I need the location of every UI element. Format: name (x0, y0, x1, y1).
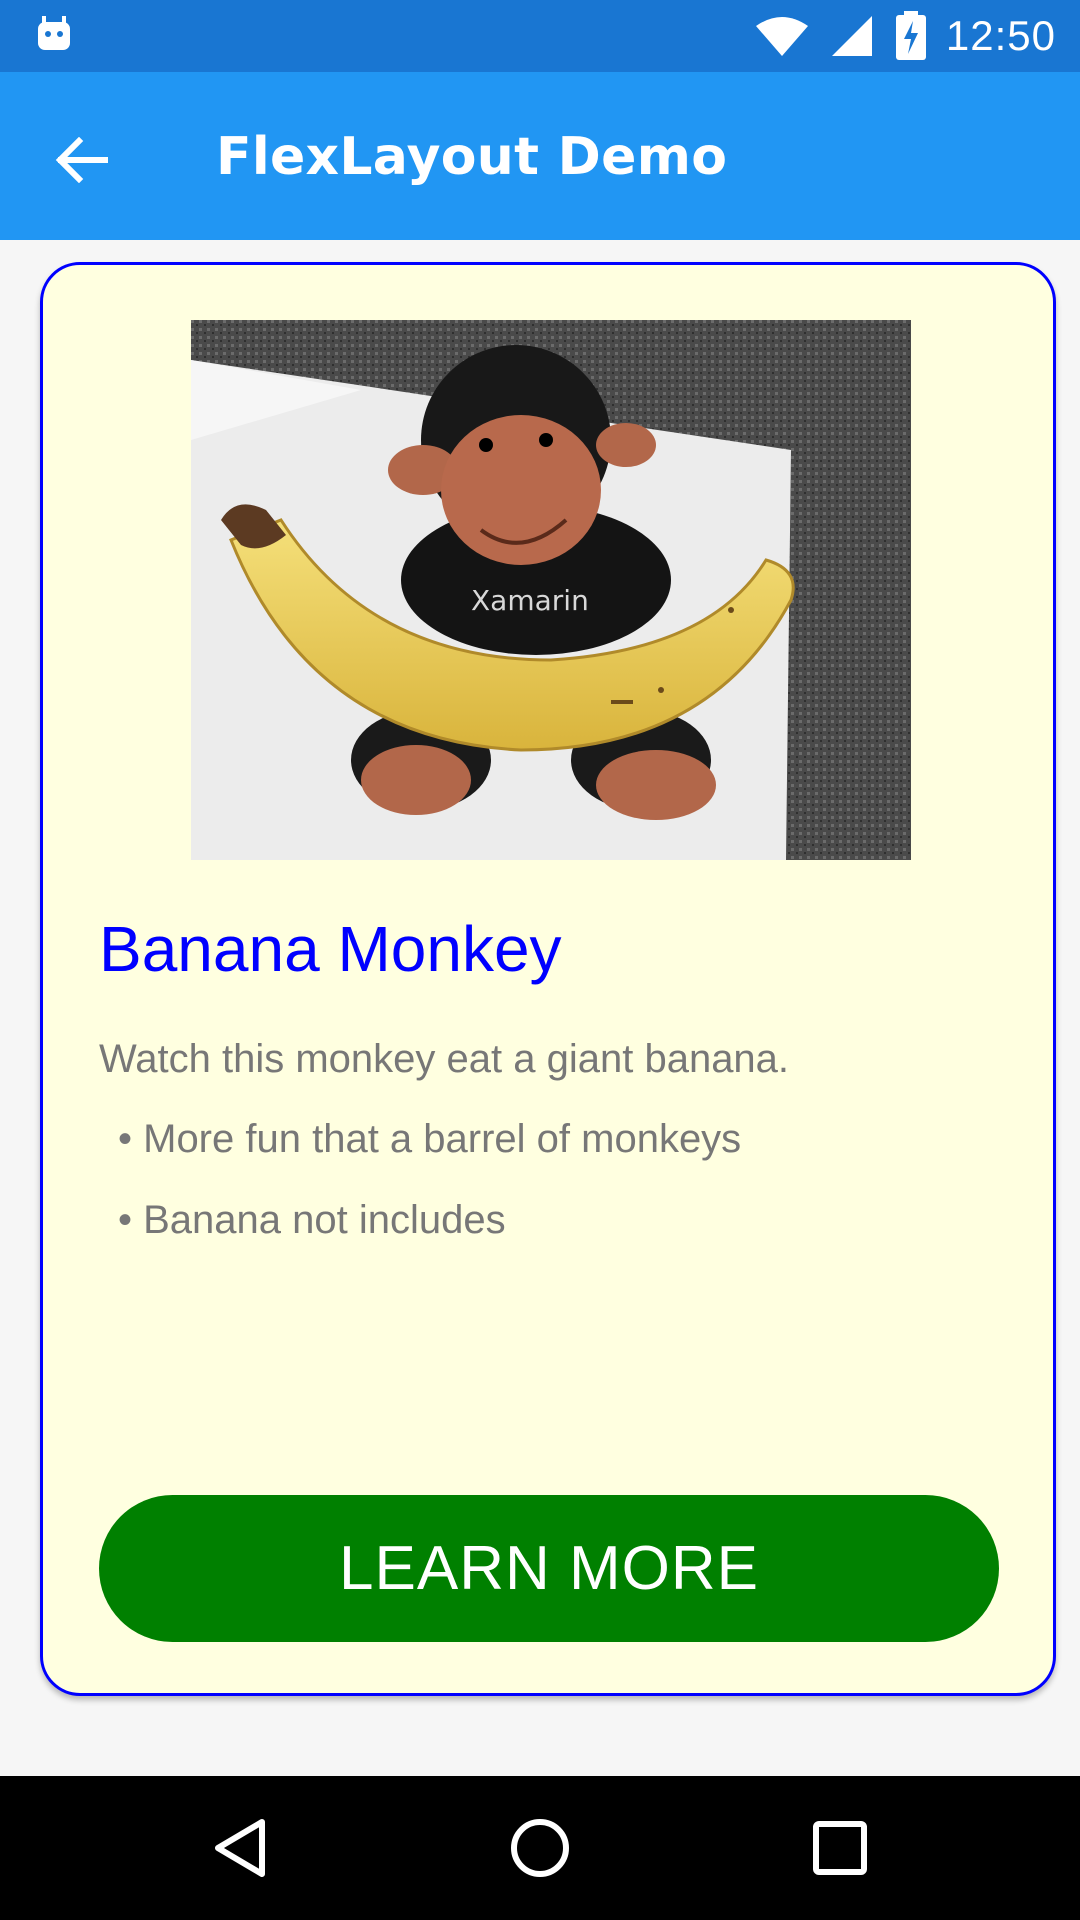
content-area: Xamarin Banana Monkey Watch this monkey … (0, 240, 1080, 1776)
nav-recents-button[interactable] (790, 1798, 890, 1898)
back-button[interactable] (30, 108, 134, 212)
navigation-bar (0, 1776, 1080, 1920)
arrow-back-icon (55, 137, 108, 183)
nav-home-button[interactable] (490, 1798, 590, 1898)
monkey-banana-photo: Xamarin (191, 320, 911, 860)
bullet-item: • Banana not includes (118, 1198, 506, 1242)
bullet-item: • More fun that a barrel of monkeys (118, 1117, 742, 1161)
wifi-icon (755, 17, 808, 56)
product-image: Xamarin (191, 320, 911, 860)
battery-charging-icon (895, 11, 926, 60)
android-debug-icon (38, 16, 70, 50)
card-description: Watch this monkey eat a giant banana. (99, 1037, 790, 1081)
product-card: Xamarin Banana Monkey Watch this monkey … (40, 262, 1056, 1696)
nav-recents-icon (813, 1821, 867, 1875)
card-title: Banana Monkey (99, 913, 562, 985)
status-icons: 12:50 (754, 0, 1056, 72)
learn-more-button[interactable]: LEARN MORE (99, 1495, 999, 1642)
nav-back-button[interactable] (190, 1798, 290, 1898)
nav-home-icon (511, 1819, 569, 1877)
shirt-logo-text: Xamarin (471, 584, 589, 617)
status-time: 12:50 (945, 12, 1056, 59)
page-title: FlexLayout Demo (216, 127, 728, 187)
app-bar: FlexLayout Demo (0, 72, 1080, 240)
status-bar: 12:50 (0, 0, 1080, 72)
nav-back-icon (215, 1819, 265, 1877)
signal-icon (831, 16, 872, 56)
